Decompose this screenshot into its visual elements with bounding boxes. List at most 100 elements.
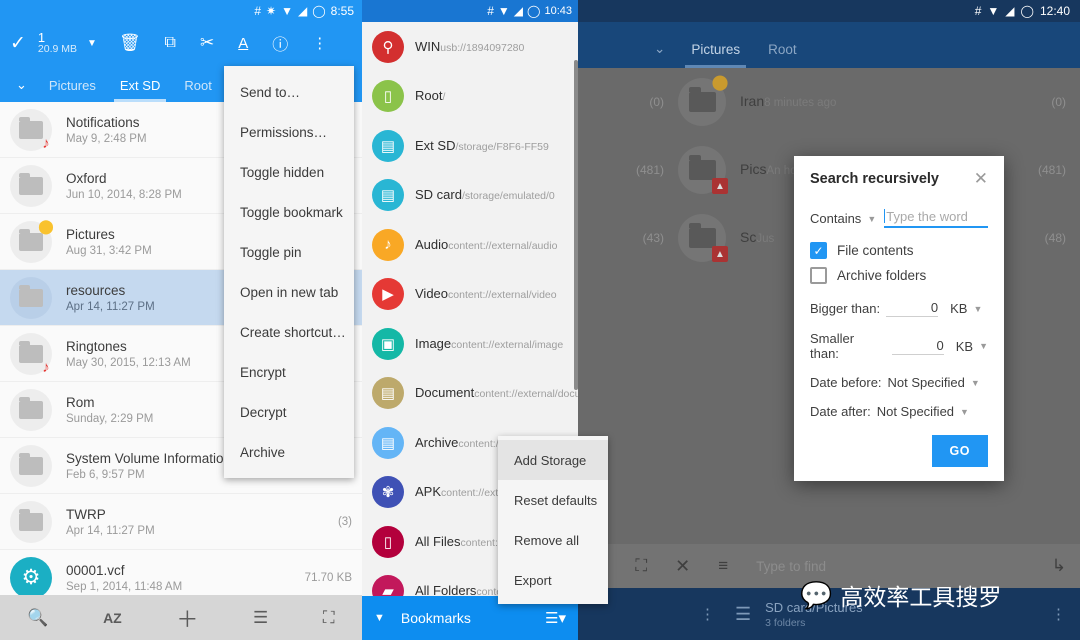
date-after-row: Date after: Not Specified ▼ xyxy=(810,404,988,419)
bookmark-title: Archive xyxy=(415,434,459,450)
grid-select-icon[interactable]: ⛶ xyxy=(323,608,335,628)
context-menu-file-actions[interactable]: Send to… Permissions… Toggle hidden Togg… xyxy=(224,66,354,478)
info-icon[interactable]: ⓘ xyxy=(272,31,288,55)
folder-thumbnail xyxy=(10,500,52,543)
add-icon[interactable]: ＋ xyxy=(176,602,198,634)
bookmark-title: Video xyxy=(415,286,449,302)
folder-thumbnail: ♪ xyxy=(10,108,52,152)
menu-item-decrypt[interactable]: Decrypt xyxy=(224,392,354,432)
caret-down-icon[interactable]: ▼ xyxy=(87,38,97,49)
menu-item-export[interactable]: Export xyxy=(498,560,608,600)
menu-item-toggle-bookmark[interactable]: Toggle bookmark xyxy=(224,192,354,232)
watermark-text: 高效率工具搜罗 xyxy=(840,584,1002,610)
file-name: Pics xyxy=(740,161,767,177)
overflow-menu-icon-right[interactable]: ⋮ xyxy=(1051,605,1066,623)
search-input-placeholder: Type the word xyxy=(886,209,968,224)
list-item[interactable]: ▤ Ext SD/storage/F8F6-FF59 xyxy=(362,121,578,171)
checkbox-archive-folders[interactable]: Archive folders xyxy=(810,267,988,284)
text-format-icon[interactable]: A xyxy=(238,35,248,52)
match-mode-label[interactable]: Contains xyxy=(810,211,861,226)
tab-bar-right: ⌄ Pictures Root xyxy=(578,22,1080,68)
date-before-value[interactable]: Not Specified xyxy=(888,375,965,390)
copy-icon[interactable]: ⧉ xyxy=(165,34,176,52)
usb-icon: ⚲ xyxy=(372,30,404,63)
chevron-down-icon[interactable]: ▼ xyxy=(867,214,876,224)
menu-item-encrypt[interactable]: Encrypt xyxy=(224,352,354,392)
table-row[interactable]: TWRP Apr 14, 11:27 PM (3) xyxy=(0,494,362,550)
list-item[interactable]: ♪ Audiocontent://external/audio xyxy=(362,220,578,270)
signal-icon: ◢ xyxy=(1005,4,1015,18)
menu-item-permissions[interactable]: Permissions… xyxy=(224,112,354,152)
overflow-menu-icon[interactable]: ⋮ xyxy=(312,34,327,52)
tab-pictures[interactable]: Pictures xyxy=(37,78,108,102)
menu-item-open-in-new-tab[interactable]: Open in new tab xyxy=(224,272,354,312)
date-before-label: Date before: xyxy=(810,375,882,390)
menu-item-create-shortcut[interactable]: Create shortcut… xyxy=(224,312,354,352)
sort-icon[interactable]: ☰▾ xyxy=(545,609,566,627)
bookmark-title: Image xyxy=(415,335,452,351)
hamburger-icon[interactable]: ☰ xyxy=(735,604,751,625)
scissors-icon[interactable]: ✂ xyxy=(200,33,214,53)
caret-down-icon[interactable]: ▼ xyxy=(374,612,385,624)
check-icon[interactable]: ✓ xyxy=(10,32,26,55)
close-icon[interactable]: ✕ xyxy=(974,170,988,187)
status-time: 10:43 xyxy=(544,5,572,17)
chevron-down-icon[interactable]: ▼ xyxy=(971,378,980,388)
menu-item-remove-all[interactable]: Remove all xyxy=(498,520,608,560)
smaller-than-input[interactable]: 0 xyxy=(892,338,944,355)
tab-root[interactable]: Root xyxy=(172,78,223,102)
file-meta: (3) xyxy=(337,515,352,528)
tab-pictures-right[interactable]: Pictures xyxy=(677,42,754,68)
list-item[interactable]: ▤ Documentcontent://external/document xyxy=(362,369,578,419)
tab-ext-sd[interactable]: Ext SD xyxy=(108,78,172,102)
date-after-value[interactable]: Not Specified xyxy=(877,404,954,419)
music-badge-icon: ♪ xyxy=(42,135,50,152)
close-icon[interactable]: ✕ xyxy=(675,556,690,577)
menu-item-toggle-pin[interactable]: Toggle pin xyxy=(224,232,354,272)
trash-icon[interactable]: 🗑 xyxy=(119,33,141,53)
filter-icon[interactable]: ≡ xyxy=(718,556,728,576)
table-row[interactable]: (0) ⬤ Iran8 minutes ago (0) xyxy=(578,68,1080,136)
tab-root-right[interactable]: Root xyxy=(754,42,811,68)
chevron-down-icon[interactable]: ▼ xyxy=(979,341,988,351)
search-input[interactable]: Type the word xyxy=(884,209,988,228)
smaller-than-unit[interactable]: KB xyxy=(956,339,973,354)
menu-item-add-storage[interactable]: Add Storage xyxy=(498,440,608,480)
grid-select-icon[interactable]: ⛶ xyxy=(635,556,647,576)
bookmark-title: Ext SD xyxy=(415,137,456,153)
menu-item-archive[interactable]: Archive xyxy=(224,432,354,472)
scrollbar[interactable] xyxy=(574,60,578,390)
chevron-down-icon[interactable]: ▼ xyxy=(973,304,982,314)
chevron-down-icon[interactable]: ⌄ xyxy=(654,41,677,68)
folder-count: 3 folders xyxy=(765,616,806,629)
menu-item-send-to[interactable]: Send to… xyxy=(224,72,354,112)
find-input[interactable]: Type to find xyxy=(756,559,1024,574)
circle-icon: ◯ xyxy=(1020,4,1034,18)
list-item[interactable]: ▶ Videocontent://external/video xyxy=(362,270,578,320)
enter-icon[interactable]: ↳ xyxy=(1052,556,1066,576)
music-note-icon: ♪ xyxy=(372,228,404,261)
menu-item-reset-defaults[interactable]: Reset defaults xyxy=(498,480,608,520)
list-view-icon[interactable]: ☰ xyxy=(253,608,268,628)
list-item[interactable]: ▯ Root/ xyxy=(362,72,578,122)
checkbox-checked-icon[interactable]: ✓ xyxy=(810,242,827,259)
go-button[interactable]: GO xyxy=(931,435,988,467)
menu-item-toggle-hidden[interactable]: Toggle hidden xyxy=(224,152,354,192)
chevron-down-icon[interactable]: ⌄ xyxy=(8,77,37,102)
chevron-down-icon[interactable]: ▼ xyxy=(960,407,969,417)
checkbox-file-contents[interactable]: ✓ File contents xyxy=(810,242,988,259)
checkbox-unchecked-icon[interactable] xyxy=(810,267,827,284)
list-item[interactable]: ⚲ WINusb://1894097280 xyxy=(362,22,578,72)
sdcard-icon: ▤ xyxy=(372,179,404,212)
search-icon[interactable]: 🔍 xyxy=(27,608,48,628)
bigger-than-input[interactable]: 0 xyxy=(886,300,939,317)
list-item[interactable]: ▤ SD card/storage/emulated/0 xyxy=(362,171,578,221)
status-bar-right: # ▼ ◢ ◯ 12:40 xyxy=(578,0,1080,22)
bookmark-title: Root xyxy=(415,88,443,104)
list-item[interactable]: ▣ Imagecontent://external/image xyxy=(362,319,578,369)
date-after-label: Date after: xyxy=(810,404,871,419)
sort-az-icon[interactable]: AZ xyxy=(103,610,122,626)
overflow-menu-icon[interactable]: ⋮ xyxy=(700,605,715,623)
bigger-than-unit[interactable]: KB xyxy=(950,301,967,316)
context-menu-bookmark-actions[interactable]: Add Storage Reset defaults Remove all Ex… xyxy=(498,436,608,604)
